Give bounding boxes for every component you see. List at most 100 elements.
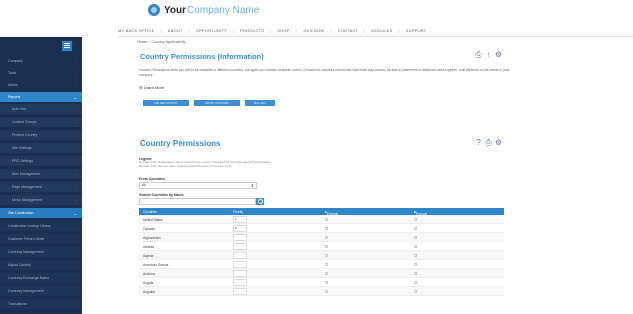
gear-icon[interactable]: ⚙	[494, 138, 503, 147]
from-countries-label: From Countries	[139, 177, 166, 181]
print-icon[interactable]: ⎙	[474, 50, 483, 59]
column-header-exclude-access[interactable]: ■ Exclude Access	[414, 210, 427, 220]
exclude-registration-checkbox[interactable]	[325, 281, 328, 284]
priority-input[interactable]	[233, 261, 247, 268]
nav-my-back-office[interactable]: MY BACK OFFICE	[118, 28, 155, 33]
sidebar-subitem[interactable]: Translations	[0, 299, 82, 309]
priority-input[interactable]: 1	[233, 216, 247, 223]
sidebar-subitem[interactable]: Product Country	[0, 130, 82, 140]
nav-join-now[interactable]: JOIN NOW	[303, 28, 325, 33]
help-icon[interactable]: ?	[474, 138, 483, 147]
exclude-access-checkbox[interactable]	[414, 272, 417, 275]
nav-about[interactable]: ABOUT	[168, 28, 183, 33]
country-name: Canada	[143, 227, 155, 231]
bulk-edit-button[interactable]: BULK EDIT	[245, 100, 275, 106]
search-input[interactable]	[139, 198, 256, 205]
sidebar-item-label: Currency Exchange Rates	[8, 276, 49, 280]
exclude-registration-checkbox[interactable]	[325, 218, 328, 221]
sidebar-item-label: PRC Settings	[12, 159, 34, 163]
gear-icon[interactable]: ⚙	[494, 50, 503, 59]
sidebar-subitem[interactable]: Contact Groups ›	[0, 117, 82, 127]
nav-contact[interactable]: CONTACT	[338, 28, 358, 33]
nav-products[interactable]: PRODUCTS	[240, 28, 264, 33]
exclude-registration-checkbox[interactable]	[325, 263, 328, 266]
exclude-registration-checkbox[interactable]	[325, 245, 328, 248]
priority-input[interactable]	[233, 243, 247, 250]
sidebar-item-admin[interactable]: Admin ›	[0, 80, 82, 90]
sidebar-item-label: Admin	[8, 83, 18, 87]
exclude-access-checkbox[interactable]	[414, 263, 417, 266]
company-logo[interactable]: Your Company Name	[148, 4, 259, 16]
nav-shop[interactable]: SHOP	[277, 28, 289, 33]
sidebar-subitem[interactable]: Adjust Country	[0, 260, 82, 270]
table-row: American Samoa	[139, 260, 504, 269]
sidebar-subitem[interactable]: Currency Exchange Rates	[0, 273, 82, 283]
sidebar-subitem[interactable]: Localization Lookup Library	[0, 221, 82, 231]
sidebar-item-company[interactable]: Company ›	[0, 56, 82, 66]
column-header-exclude-registration[interactable]: ■ Exclude Registration	[325, 210, 344, 220]
exclude-access-checkbox[interactable]	[414, 281, 417, 284]
from-countries-select[interactable]: All ⇕	[139, 182, 257, 189]
title-actions: ⎙ ↑ ⚙	[474, 50, 503, 59]
sidebar-subitem[interactable]: Menu Management ›	[0, 195, 82, 205]
chevron-down-icon: ⌄	[73, 211, 77, 216]
nav-separator: |	[232, 28, 235, 33]
exclude-access-checkbox[interactable]	[414, 218, 417, 221]
sidebar-subitem[interactable]: Page Management ›	[0, 182, 82, 192]
chevron-right-icon: ›	[75, 120, 77, 125]
legend-line: Exclude from Access: when ticked is Rest…	[139, 163, 232, 168]
exclude-access-checkbox[interactable]	[414, 290, 417, 293]
nav-opportunity[interactable]: OPPORTUNITY	[196, 28, 227, 33]
table-row: United States 1	[139, 215, 504, 224]
sidebar-item-label: Company	[8, 59, 23, 63]
import-countries-button[interactable]: IMPORT COUNTRIES	[194, 100, 240, 106]
exclude-access-checkbox[interactable]	[414, 245, 417, 248]
sidebar-subitem[interactable]: Currency Management	[0, 247, 82, 257]
exclude-registration-checkbox[interactable]	[325, 227, 328, 230]
sidebar-item-label: Page Management	[12, 185, 42, 189]
priority-input[interactable]	[233, 279, 247, 286]
section-actions: ? ⎙ ⚙	[474, 138, 503, 147]
sidebar-item-reports[interactable]: Reports ⌄	[0, 92, 82, 102]
priority-input[interactable]	[233, 270, 247, 277]
nav-modules[interactable]: MODULES	[371, 28, 392, 33]
page: Your Company Name MY BACK OFFICE | ABOUT |…	[0, 0, 633, 314]
country-name: Anguilla	[143, 290, 155, 294]
sidebar-subitem[interactable]: Currency Management	[0, 286, 82, 296]
arrow-up-icon[interactable]: ↑	[484, 50, 493, 59]
priority-input[interactable]: 2	[233, 225, 247, 232]
countries-table: Countries Priority ■ Exclude Registratio…	[139, 208, 504, 296]
exclude-registration-checkbox[interactable]	[325, 236, 328, 239]
exclude-access-checkbox[interactable]	[414, 227, 417, 230]
breadcrumb[interactable]: Home > Country Applicability	[137, 40, 186, 44]
print-icon[interactable]: ⎙	[484, 138, 493, 147]
country-name: Albania	[143, 245, 154, 249]
country-name: United States	[143, 218, 163, 222]
search-button[interactable]	[256, 198, 264, 205]
sidebar-item-tools[interactable]: Tools ›	[0, 68, 82, 78]
exclude-registration-checkbox[interactable]	[325, 272, 328, 275]
exclude-registration-checkbox[interactable]	[325, 254, 328, 257]
nav-separator: |	[398, 28, 400, 33]
table-header: Countries Priority ■ Exclude Registratio…	[139, 208, 504, 220]
sidebar-subitem[interactable]: PRC Settings	[0, 156, 82, 166]
exclude-access-checkbox[interactable]	[414, 236, 417, 239]
sidebar-item-site-localization[interactable]: Site Localization ⌄	[0, 208, 82, 218]
priority-input[interactable]	[233, 234, 247, 241]
sidebar-subitem[interactable]: Item Management ›	[0, 169, 82, 179]
column-header-priority[interactable]: Priority	[233, 210, 243, 214]
exclude-registration-checkbox[interactable]	[325, 290, 328, 293]
sidebar-subitem[interactable]: Site Settings	[0, 143, 82, 153]
nav-support[interactable]: SUPPORT	[406, 28, 427, 33]
sidebar-subitem[interactable]: Customer Return Order	[0, 234, 82, 244]
sidebar-item-label: Reports	[8, 95, 21, 99]
nav-separator: |	[188, 28, 190, 33]
priority-input[interactable]	[233, 252, 247, 259]
exclude-access-checkbox[interactable]	[414, 254, 417, 257]
column-header-countries[interactable]: Countries	[143, 210, 157, 214]
priority-input[interactable]	[233, 288, 247, 295]
sidebar-subitem[interactable]: Auto Info	[0, 104, 82, 114]
sidebar-toggle-icon[interactable]	[62, 41, 72, 51]
add-country-button[interactable]: ADD NEW COUNTRY	[143, 100, 189, 106]
learn-more-link[interactable]: ☰ Learn More	[139, 85, 164, 90]
